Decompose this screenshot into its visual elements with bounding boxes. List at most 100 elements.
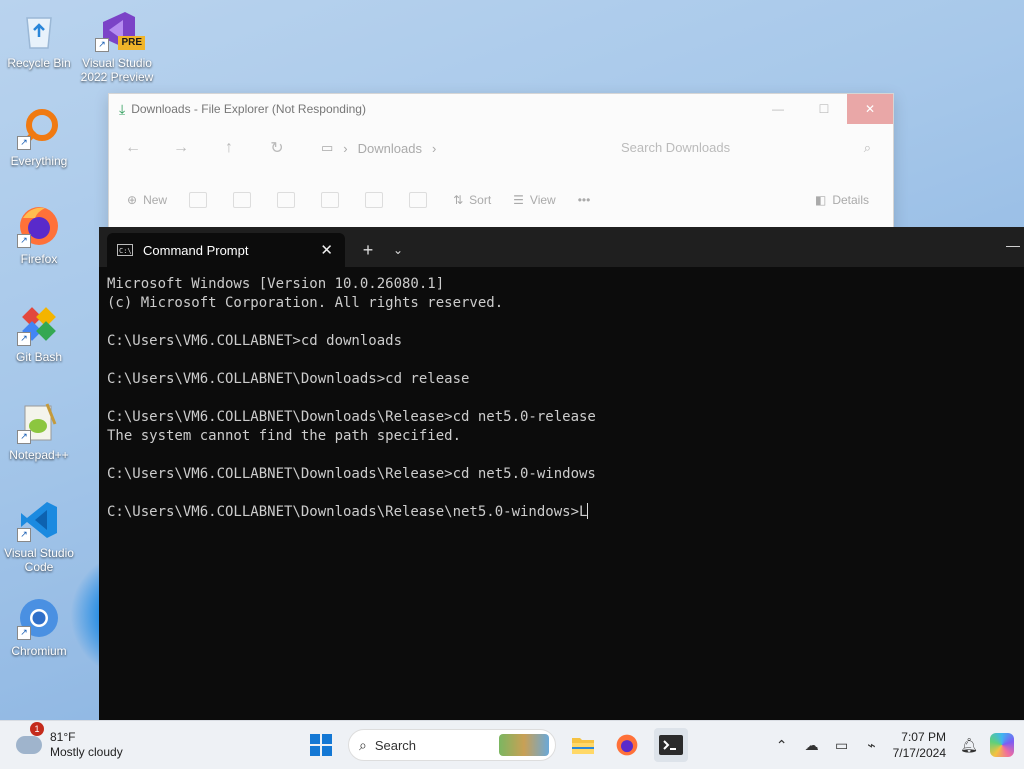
text-cursor (587, 503, 589, 519)
view-button[interactable]: ☰ View (513, 193, 556, 207)
chevron-down-icon[interactable]: ⌄ (383, 233, 413, 267)
onedrive-offline-icon[interactable]: ☁ (797, 737, 827, 754)
minimize-button[interactable]: — (755, 94, 801, 124)
visual-studio-icon: PRE ↗ (95, 8, 145, 52)
explorer-nav-row: ← → ↑ ↻ ▭ › Downloads › Search Downloads… (109, 124, 893, 172)
taskbar-search[interactable]: ⌕ Search (348, 729, 556, 761)
desktop-icon-chromium[interactable]: ↗ Chromium (1, 596, 77, 658)
weather-widget[interactable]: 1 81°F Mostly cloudy (16, 722, 123, 760)
clock[interactable]: 7:07 PM 7/17/2024 (893, 729, 946, 761)
desktop-icon-label: Chromium (11, 644, 67, 658)
address-segment[interactable]: Downloads (358, 141, 422, 156)
tab-title: Command Prompt (143, 242, 249, 258)
desktop-icon-notepadpp[interactable]: ↗ Notepad++ (1, 400, 77, 462)
desktop-icon-label: Visual Studio Code (4, 546, 74, 574)
cloud-icon (16, 736, 42, 754)
file-explorer-taskbar-button[interactable] (566, 728, 600, 762)
clock-date: 7/17/2024 (892, 746, 946, 760)
taskbar-center: ⌕ Search (304, 728, 688, 762)
chromium-icon: ↗ (17, 596, 61, 640)
taskbar: 1 81°F Mostly cloudy ⌕ Search ⌃ ☁ ▭ ⌁ 7:… (0, 720, 1024, 769)
more-options-button[interactable]: ••• (578, 193, 591, 207)
terminal-console[interactable]: Microsoft Windows [Version 10.0.26080.1]… (99, 267, 1024, 530)
monitor-icon: ▭ (321, 140, 334, 155)
everything-search-icon: ↗ (17, 106, 61, 150)
share-icon[interactable] (365, 192, 384, 208)
chevron-up-icon[interactable]: ⌃ (767, 737, 797, 754)
more-label: ••• (577, 193, 591, 207)
sort-button[interactable]: ⇅ Sort (453, 193, 491, 207)
desktop-icon-recycle-bin[interactable]: Recycle Bin (1, 8, 77, 70)
firefox-icon: ↗ (17, 204, 61, 248)
forward-arrow-icon[interactable]: → (157, 139, 205, 157)
search-icon: ⌕ (863, 140, 871, 155)
details-pane-icon: ◧ (814, 193, 827, 207)
copilot-icon[interactable] (990, 733, 1014, 757)
console-line: (c) Microsoft Corporation. All rights re… (107, 295, 504, 311)
explorer-search-input[interactable]: Search Downloads ⌕ (621, 140, 871, 156)
git-bash-icon: ↗ (17, 302, 61, 346)
desktop-icon-label: Git Bash (15, 350, 63, 364)
desktop-icon-vscode[interactable]: ↗ Visual Studio Code (1, 498, 77, 574)
plus-circle-icon: ⊕ (127, 193, 138, 207)
shortcut-arrow-icon: ↗ (17, 234, 31, 248)
rename-icon[interactable] (321, 192, 340, 208)
chevron-right-icon: › (343, 140, 348, 156)
vscode-icon: ↗ (17, 498, 61, 542)
desktop-icon-git-bash[interactable]: ↗ Git Bash (1, 302, 77, 364)
desktop-icon-visual-studio[interactable]: PRE ↗ Visual Studio 2022 Preview (79, 8, 155, 84)
firefox-taskbar-button[interactable] (610, 728, 644, 762)
explorer-command-bar: ⊕ New ⇅ Sort ☰ View ••• ◧ Details (109, 172, 893, 228)
refresh-icon[interactable]: ↻ (253, 138, 301, 158)
paste-icon[interactable] (277, 192, 296, 208)
firefox-icon (616, 734, 638, 756)
bell-icon[interactable]: 🔔︎ (954, 737, 984, 754)
shortcut-arrow-icon: ↗ (17, 430, 31, 444)
close-tab-icon[interactable]: ✕ (320, 241, 333, 259)
desktop-icon-firefox[interactable]: ↗ Firefox (1, 204, 77, 266)
desktop-icon-label: Everything (10, 154, 68, 168)
new-tab-button[interactable]: + (353, 233, 383, 267)
display-icon[interactable]: ▭ (827, 737, 857, 754)
download-icon: ⤓ (119, 100, 126, 117)
console-line: Microsoft Windows [Version 10.0.26080.1] (107, 276, 445, 292)
weather-temp: 81°F (50, 730, 76, 744)
delete-icon[interactable] (409, 192, 428, 208)
tab-command-prompt[interactable]: C:\ Command Prompt ✕ (107, 233, 345, 267)
explorer-titlebar[interactable]: ⤓ Downloads - File Explorer (Not Respond… (109, 94, 893, 124)
notification-badge: 1 (30, 722, 44, 736)
cut-icon[interactable] (189, 192, 208, 208)
close-button[interactable]: ✕ (847, 94, 893, 124)
back-arrow-icon[interactable]: ← (109, 139, 157, 157)
console-line: The system cannot find the path specifie… (107, 428, 462, 444)
shortcut-arrow-icon: ↗ (17, 332, 31, 346)
copy-icon[interactable] (233, 192, 252, 208)
up-arrow-icon[interactable]: ↑ (205, 139, 253, 157)
terminal-window[interactable]: C:\ Command Prompt ✕ + ⌄ — Microsoft Win… (99, 227, 1024, 720)
shortcut-arrow-icon: ↗ (17, 528, 31, 542)
console-line: C:\Users\VM6.COLLABNET\Downloads>cd rele… (107, 371, 470, 387)
desktop-icon-everything[interactable]: ↗ Everything (1, 106, 77, 168)
details-button[interactable]: ◧ Details (815, 193, 869, 207)
details-label: Details (832, 193, 869, 207)
clock-time: 7:07 PM (901, 730, 946, 744)
desktop-icon-label: Visual Studio 2022 Preview (80, 56, 154, 84)
recycle-bin-icon (17, 8, 61, 52)
search-label: Search (374, 737, 417, 753)
maximize-button[interactable]: ☐ (801, 94, 847, 124)
terminal-taskbar-button[interactable] (654, 728, 688, 762)
address-bar[interactable]: ▭ › Downloads › (321, 140, 551, 156)
minimize-button[interactable]: — (1006, 237, 1020, 253)
folder-icon (572, 738, 594, 754)
notepadpp-icon: ↗ (17, 400, 61, 444)
explorer-title: Downloads - File Explorer (Not Respondin… (131, 102, 366, 116)
desktop-icon-label: Firefox (20, 252, 58, 266)
file-explorer-window[interactable]: ⤓ Downloads - File Explorer (Not Respond… (108, 93, 894, 235)
explorer-window-controls: — ☐ ✕ (755, 94, 893, 124)
new-button[interactable]: ⊕ New (127, 193, 167, 207)
network-volume-icon[interactable]: ⌁ (857, 737, 887, 754)
start-button[interactable] (304, 728, 338, 762)
console-line: C:\Users\VM6.COLLABNET\Downloads\Release… (107, 466, 596, 482)
console-line: C:\Users\VM6.COLLABNET\Downloads\Release… (107, 409, 596, 425)
